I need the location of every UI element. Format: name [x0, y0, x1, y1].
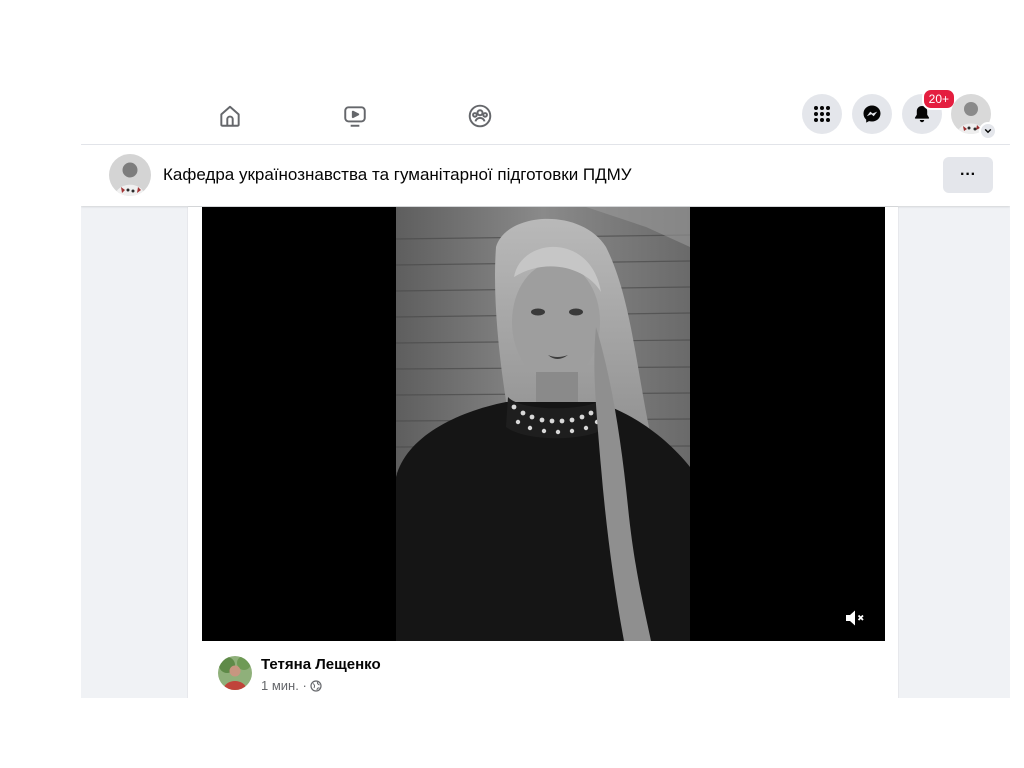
page-title[interactable]: Кафедра українознавства та гуманітарної …: [163, 165, 632, 185]
tab-groups[interactable]: [450, 92, 510, 140]
notifications-button[interactable]: 20+: [902, 88, 956, 134]
video-frame: [396, 207, 690, 641]
menu-button[interactable]: [802, 94, 842, 134]
account-menu-caret[interactable]: [979, 122, 997, 140]
page-header: Кафедра українознавства та гуманітарної …: [81, 145, 1010, 206]
tab-watch[interactable]: [325, 92, 385, 140]
globe-icon: [310, 679, 322, 692]
messenger-button[interactable]: [852, 94, 892, 134]
post-card: Тетяна Лещенко 1 мин. ·: [188, 207, 898, 698]
author-avatar[interactable]: [218, 656, 252, 690]
more-options-button[interactable]: ···: [943, 157, 993, 193]
facebook-app: 20+ Кафедра українознавства та гуманітар…: [81, 88, 1010, 698]
author-photo: [218, 656, 252, 690]
messenger-icon: [863, 105, 881, 123]
top-navigation-bar: 20+: [81, 88, 1010, 145]
page-photo: [109, 154, 151, 196]
chevron-down-icon: [984, 128, 992, 134]
tab-home[interactable]: [200, 92, 260, 140]
video-icon: [344, 106, 366, 127]
menu-grid-icon: [814, 106, 830, 122]
video-player[interactable]: [202, 207, 885, 641]
volume-muted-icon[interactable]: [842, 605, 868, 631]
home-icon: [220, 105, 240, 127]
page-avatar[interactable]: [109, 154, 151, 196]
notification-badge: 20+: [921, 88, 956, 110]
post-timestamp[interactable]: 1 мин. ·: [261, 678, 307, 693]
groups-icon: [468, 104, 492, 128]
post-meta: 1 мин. ·: [261, 678, 322, 693]
post-author-name[interactable]: Тетяна Лещенко: [261, 656, 381, 673]
